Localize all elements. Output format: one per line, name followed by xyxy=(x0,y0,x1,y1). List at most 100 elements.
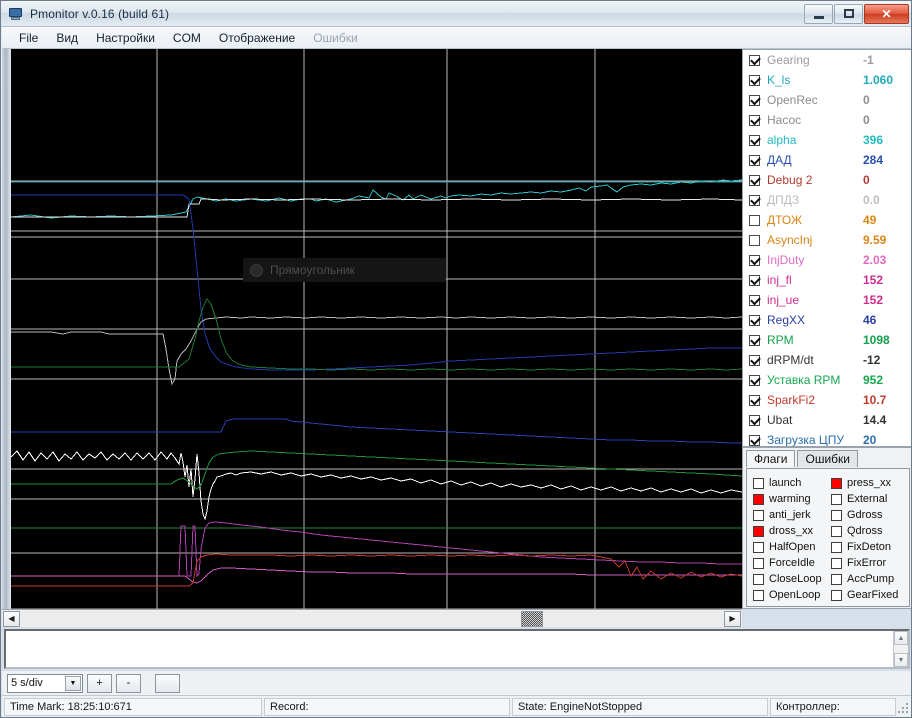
legend-row[interactable]: InjDuty 2.03 xyxy=(743,250,911,270)
legend-checkbox[interactable] xyxy=(749,214,760,226)
shape-tool-popup[interactable]: Прямоугольник xyxy=(243,258,446,282)
timebase-dropdown[interactable]: 5 s/div ▼ xyxy=(7,673,83,693)
legend-row[interactable]: ДАД 284 xyxy=(743,150,911,170)
scroll-left-button[interactable]: ◀ xyxy=(3,610,20,627)
tab-errors[interactable]: Ошибки xyxy=(797,450,858,467)
legend-checkbox[interactable] xyxy=(749,354,760,366)
legend-checkbox[interactable] xyxy=(749,234,760,246)
zoom-out-button[interactable]: - xyxy=(116,673,141,693)
legend-row[interactable]: Gearing -1 xyxy=(743,50,911,70)
legend-row[interactable]: SparkFi2 10.7 xyxy=(743,390,911,410)
legend-row[interactable]: Ubat 14.4 xyxy=(743,410,911,430)
legend-checkbox[interactable] xyxy=(749,54,760,66)
legend-row[interactable]: Уставка RPM 952 xyxy=(743,370,911,390)
flag-indicator[interactable] xyxy=(753,509,764,521)
flag-row[interactable]: FixDeton xyxy=(831,539,909,555)
log-vertical-scrollbar[interactable]: ▲ ▼ xyxy=(893,631,908,667)
legend-checkbox[interactable] xyxy=(749,434,760,446)
log-scroll-down-button[interactable]: ▼ xyxy=(894,653,908,667)
tab-flags[interactable]: Флаги xyxy=(746,450,796,467)
legend-row[interactable]: K_ls 1.060 xyxy=(743,70,911,90)
channel-legend-panel[interactable]: Gearing -1 K_ls 1.060 OpenRec 0 Насос 0 alpha 396… xyxy=(742,49,911,447)
zoom-in-button[interactable]: + xyxy=(87,673,112,693)
legend-row[interactable]: RegXX 46 xyxy=(743,310,911,330)
flag-row[interactable]: warming xyxy=(753,491,831,507)
legend-row[interactable]: Debug 2 0 xyxy=(743,170,911,190)
flag-indicator[interactable] xyxy=(753,477,764,489)
flag-row[interactable]: press_xx xyxy=(831,475,909,491)
menu-item-file[interactable]: File xyxy=(10,28,47,48)
legend-checkbox[interactable] xyxy=(749,114,760,126)
log-scroll-up-button[interactable]: ▲ xyxy=(894,631,908,645)
legend-row[interactable]: Загрузка ЦПУ 20 xyxy=(743,430,911,446)
legend-row[interactable]: ДПДЗ 0.0 xyxy=(743,190,911,210)
legend-checkbox[interactable] xyxy=(749,154,760,166)
flag-row[interactable]: External xyxy=(831,491,909,507)
legend-checkbox[interactable] xyxy=(749,274,760,286)
legend-row[interactable]: inj_fl 152 xyxy=(743,270,911,290)
extra-toolbar-button[interactable] xyxy=(155,673,180,693)
flag-indicator[interactable] xyxy=(831,525,842,537)
menu-item-display[interactable]: Отображение xyxy=(210,28,304,48)
scrollbar-thumb[interactable] xyxy=(521,610,543,627)
flag-indicator[interactable] xyxy=(831,477,842,489)
flag-row[interactable]: dross_xx xyxy=(753,523,831,539)
flag-row[interactable]: ForceIdle xyxy=(753,555,831,571)
flag-indicator[interactable] xyxy=(831,493,842,505)
log-text[interactable] xyxy=(6,631,893,667)
legend-checkbox[interactable] xyxy=(749,134,760,146)
legend-row[interactable]: OpenRec 0 xyxy=(743,90,911,110)
legend-row[interactable]: ДТОЖ 49 xyxy=(743,210,911,230)
flag-indicator[interactable] xyxy=(753,541,764,553)
flag-indicator[interactable] xyxy=(831,541,842,553)
flag-row[interactable]: anti_jerk xyxy=(753,507,831,523)
flag-indicator[interactable] xyxy=(753,557,764,569)
oscilloscope-plot[interactable]: Прямоугольник xyxy=(11,49,742,609)
legend-checkbox[interactable] xyxy=(749,394,760,406)
flag-row[interactable]: CloseLoop xyxy=(753,571,831,587)
legend-row[interactable]: RPM 1098 xyxy=(743,330,911,350)
flag-indicator[interactable] xyxy=(831,557,842,569)
flag-indicator[interactable] xyxy=(831,509,842,521)
flag-indicator[interactable] xyxy=(753,493,764,505)
scrollbar-track[interactable] xyxy=(21,610,723,627)
flag-row[interactable]: FixError xyxy=(831,555,909,571)
flag-indicator[interactable] xyxy=(753,573,764,585)
legend-row[interactable]: Насос 0 xyxy=(743,110,911,130)
flag-indicator[interactable] xyxy=(753,589,764,601)
menu-item-settings[interactable]: Настройки xyxy=(87,28,164,48)
legend-row[interactable]: inj_ue 152 xyxy=(743,290,911,310)
legend-checkbox[interactable] xyxy=(749,94,760,106)
flag-row[interactable]: HalfOpen xyxy=(753,539,831,555)
log-textarea[interactable]: ▲ ▼ xyxy=(4,629,910,669)
legend-row[interactable]: alpha 396 xyxy=(743,130,911,150)
flag-row[interactable]: launch xyxy=(753,475,831,491)
legend-checkbox[interactable] xyxy=(749,334,760,346)
legend-checkbox[interactable] xyxy=(749,174,760,186)
flag-row[interactable]: Gdross xyxy=(831,507,909,523)
legend-checkbox[interactable] xyxy=(749,294,760,306)
legend-checkbox[interactable] xyxy=(749,74,760,86)
legend-checkbox[interactable] xyxy=(749,414,760,426)
menu-item-com[interactable]: COM xyxy=(164,28,210,48)
scroll-right-button[interactable]: ▶ xyxy=(724,610,741,627)
flag-indicator[interactable] xyxy=(831,573,842,585)
legend-row[interactable]: dRPM/dt -12 xyxy=(743,350,911,370)
flag-row[interactable]: Qdross xyxy=(831,523,909,539)
flag-row[interactable]: GearFixed xyxy=(831,587,909,603)
flag-indicator[interactable] xyxy=(753,525,764,537)
close-button[interactable]: ✕ xyxy=(864,3,909,24)
flag-row[interactable]: OpenLoop xyxy=(753,587,831,603)
resize-grip-icon[interactable] xyxy=(896,701,910,715)
legend-row[interactable]: AsyncInj 9.59 xyxy=(743,230,911,250)
minimize-button[interactable] xyxy=(804,3,833,24)
legend-checkbox[interactable] xyxy=(749,314,760,326)
chevron-down-icon[interactable]: ▼ xyxy=(65,675,81,691)
chart-horizontal-scrollbar[interactable]: ◀ ▶ xyxy=(2,609,742,627)
maximize-button[interactable] xyxy=(834,3,863,24)
legend-checkbox[interactable] xyxy=(749,254,760,266)
flag-indicator[interactable] xyxy=(831,589,842,601)
flag-row[interactable]: AccPump xyxy=(831,571,909,587)
menu-item-view[interactable]: Вид xyxy=(47,28,87,48)
legend-checkbox[interactable] xyxy=(749,194,760,206)
